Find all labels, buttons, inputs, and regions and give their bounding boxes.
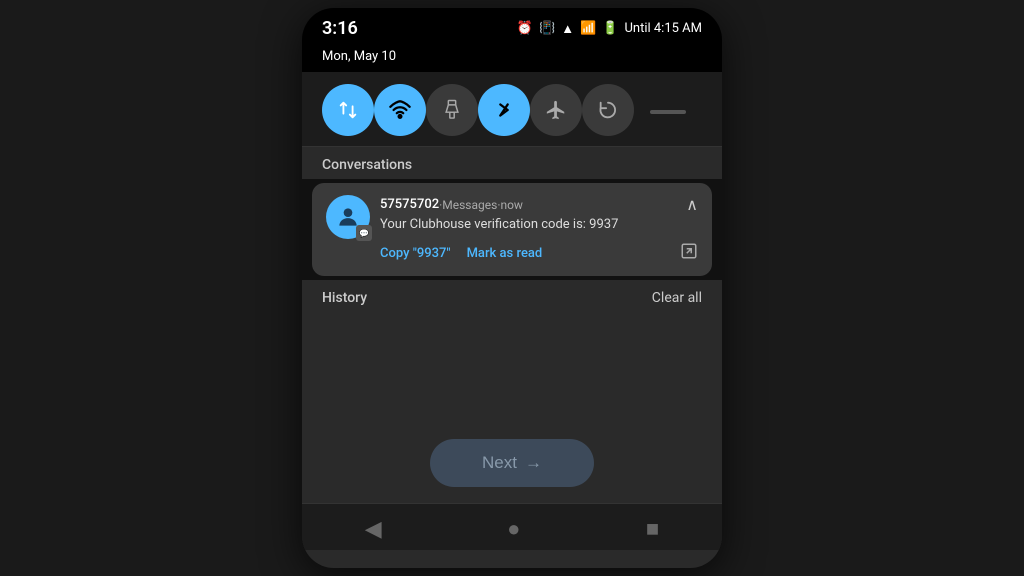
notification-card[interactable]: 💬 57575702 · Messages · now ∧ Your Clubh… (312, 183, 712, 276)
collapse-icon[interactable]: ∧ (686, 195, 698, 214)
battery-icon: 🔋 (602, 21, 618, 36)
notif-title-row: 57575702 · Messages · now ∧ (380, 195, 698, 214)
avatar-badge: 💬 (356, 225, 372, 241)
nav-back[interactable]: ◀ (349, 513, 398, 546)
phone-frame: 3:16 ⏰ 📳 ▲ 📶 🔋 Until 4:15 AM Mon, May 10 (302, 8, 722, 568)
bottom-area: Next → ◀ ● ■ (302, 316, 722, 568)
bottom-nav: ◀ ● ■ (302, 503, 722, 550)
notif-header: 💬 57575702 · Messages · now ∧ Your Clubh… (326, 195, 698, 264)
tile-airplane[interactable] (530, 84, 582, 136)
date-row: Mon, May 10 (302, 45, 722, 72)
tile-wifi[interactable] (374, 84, 426, 136)
clear-all-button[interactable]: Clear all (652, 290, 702, 306)
quick-tiles-row (302, 72, 722, 147)
expand-icon[interactable] (680, 242, 698, 264)
panel-handle (650, 110, 686, 114)
until-text: Until 4:15 AM (624, 21, 702, 36)
alarm-icon: ⏰ (517, 21, 533, 36)
tile-rotate[interactable] (582, 84, 634, 136)
wifi-icon: ▲ (561, 21, 574, 37)
notif-content: 57575702 · Messages · now ∧ Your Clubhou… (380, 195, 698, 264)
conversations-label: Conversations (302, 147, 722, 179)
nav-home[interactable]: ● (491, 512, 536, 546)
avatar: 💬 (326, 195, 370, 239)
vibrate-icon: 📳 (539, 21, 555, 36)
status-bar: 3:16 ⏰ 📳 ▲ 📶 🔋 Until 4:15 AM (302, 8, 722, 45)
mark-as-read-button[interactable]: Mark as read (467, 246, 543, 261)
notif-time: now (500, 198, 523, 212)
notif-body: Your Clubhouse verification code is: 993… (380, 217, 698, 232)
signal-icon: 📶 (580, 21, 596, 36)
status-time: 3:16 (322, 18, 358, 39)
date-text: Mon, May 10 (322, 49, 396, 64)
notif-actions: Copy "9937" Mark as read (380, 242, 698, 264)
status-icons: ⏰ 📳 ▲ 📶 🔋 Until 4:15 AM (517, 21, 702, 37)
notif-app: Messages (442, 198, 497, 212)
notif-sender: 57575702 (380, 197, 439, 212)
tile-flashlight[interactable] (426, 84, 478, 136)
history-label: History (322, 290, 367, 306)
history-row: History Clear all (302, 280, 722, 316)
copy-button[interactable]: Copy "9937" (380, 246, 451, 261)
nav-recents[interactable]: ■ (630, 512, 675, 546)
next-button[interactable]: Next → (430, 439, 594, 487)
tile-bluetooth[interactable] (478, 84, 530, 136)
tile-data-transfer[interactable] (322, 84, 374, 136)
